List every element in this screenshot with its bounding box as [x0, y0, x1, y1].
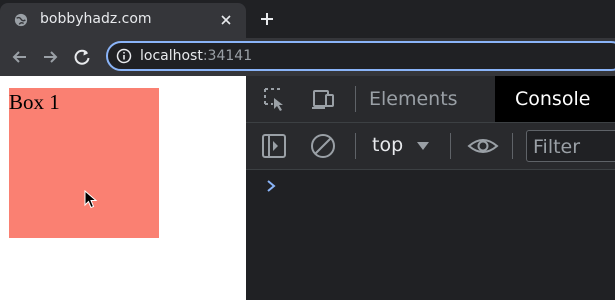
chevron-down-icon[interactable]: [416, 141, 430, 151]
tab-elements[interactable]: Elements: [369, 76, 458, 122]
chevron-right-icon[interactable]: [266, 179, 278, 193]
inspect-element-icon[interactable]: [262, 86, 288, 112]
browser-tab[interactable]: bobbyhadz.com: [0, 3, 246, 38]
console-toolbar: top Filter: [246, 123, 615, 170]
address-bar[interactable]: localhost:34141: [106, 41, 615, 71]
globe-icon: [14, 13, 28, 27]
url-port: :34141: [202, 48, 253, 64]
devtools-separator: [355, 86, 356, 112]
eye-icon[interactable]: [467, 133, 499, 159]
tab-console[interactable]: Console: [495, 76, 615, 122]
tab-title: bobbyhadz.com: [40, 11, 152, 27]
reload-icon[interactable]: [72, 47, 92, 67]
filter-placeholder: Filter: [533, 136, 581, 158]
info-icon[interactable]: [116, 48, 132, 64]
devtools-panel: Elements Console top Filter: [246, 76, 615, 300]
box-label: Box 1: [9, 90, 60, 114]
tab-strip: bobbyhadz.com: [0, 0, 615, 38]
toolbar-separator: [450, 133, 451, 159]
url-text: localhost:34141: [140, 48, 252, 64]
mouse-cursor-icon: [84, 190, 98, 209]
sidebar-toggle-icon[interactable]: [261, 133, 287, 159]
context-selector[interactable]: top: [372, 134, 403, 156]
url-host: localhost: [140, 48, 203, 64]
back-arrow-icon[interactable]: [10, 47, 30, 67]
toolbar-separator: [512, 133, 513, 159]
new-tab-icon[interactable]: [258, 10, 276, 28]
toolbar-separator: [355, 133, 356, 159]
forward-arrow-icon[interactable]: [40, 47, 60, 67]
box-1[interactable]: Box 1: [9, 88, 159, 238]
device-toolbar-icon[interactable]: [310, 86, 336, 112]
page-viewport: Box 1: [0, 76, 246, 300]
filter-input[interactable]: Filter: [526, 130, 615, 162]
clear-console-icon[interactable]: [310, 133, 336, 159]
devtools-tab-bar: Elements Console: [246, 76, 615, 123]
close-icon[interactable]: [218, 12, 234, 28]
browser-toolbar: localhost:34141: [0, 38, 615, 76]
